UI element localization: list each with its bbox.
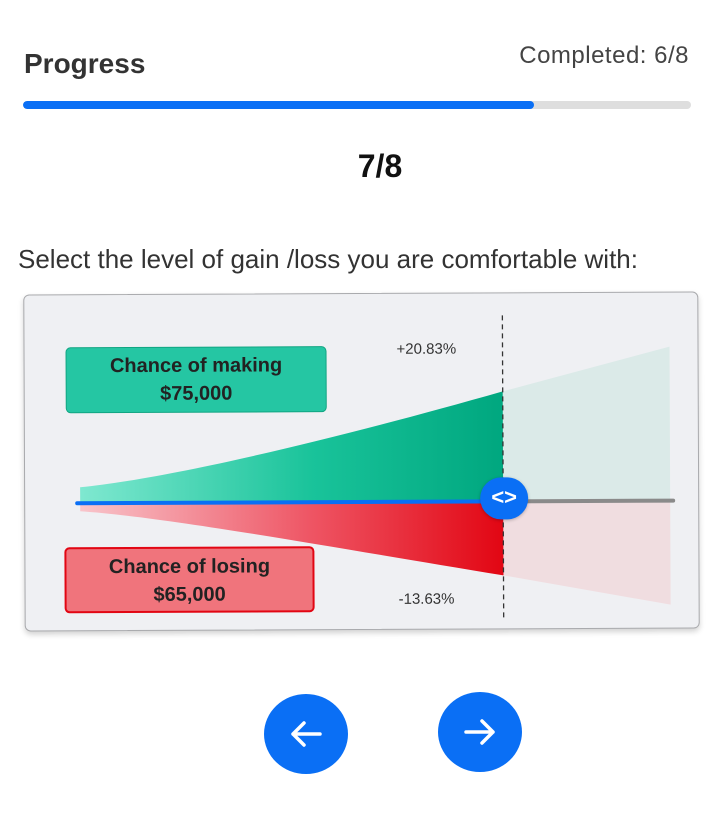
loss-area-future bbox=[503, 500, 671, 605]
slider-track-inactive bbox=[501, 498, 676, 504]
gain-percent-label: +20.83% bbox=[396, 340, 457, 358]
progress-bar bbox=[23, 101, 691, 109]
loss-info-box: Chance of losing $65,000 bbox=[64, 546, 315, 614]
step-indicator: 7/8 bbox=[357, 148, 403, 184]
loss-info-title: Chance of losing bbox=[108, 555, 271, 579]
gain-info-title: Chance of making bbox=[109, 354, 283, 378]
question-text: Select the level of gain /loss you are c… bbox=[18, 244, 638, 274]
gain-info-amount: $75,000 bbox=[159, 382, 233, 405]
next-button[interactable] bbox=[438, 692, 522, 772]
risk-slider-card[interactable]: +20.83% -13.63% Chance of making $75,000… bbox=[23, 291, 700, 632]
gain-area-future bbox=[502, 346, 671, 502]
arrow-left-icon bbox=[291, 721, 322, 747]
progress-bar-fill bbox=[23, 101, 535, 109]
previous-button[interactable] bbox=[264, 694, 348, 774]
loss-info-amount: $65,000 bbox=[153, 583, 226, 606]
slider-handle[interactable]: <> bbox=[480, 477, 529, 520]
loss-percent-label: -13.63% bbox=[398, 590, 455, 608]
slider-handle-arrows-icon: <> bbox=[491, 484, 518, 510]
slider-track-active bbox=[75, 499, 506, 506]
gain-info-box: Chance of making $75,000 bbox=[65, 346, 327, 414]
progress-title: Progress bbox=[24, 48, 146, 79]
completed-count: Completed: 6/8 bbox=[519, 42, 689, 69]
arrow-right-icon bbox=[464, 719, 495, 745]
